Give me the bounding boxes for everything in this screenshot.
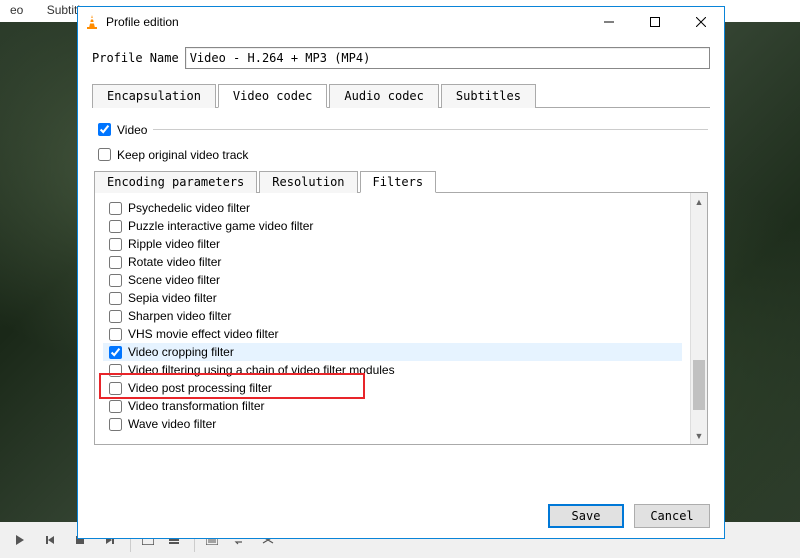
scroll-track[interactable] <box>691 210 707 427</box>
filter-checkbox[interactable] <box>109 418 122 431</box>
dialog-title: Profile edition <box>106 15 179 29</box>
minimize-button[interactable] <box>586 7 632 37</box>
maximize-button[interactable] <box>632 7 678 37</box>
profile-edition-dialog: Profile edition Profile Name Encapsulati… <box>77 6 725 539</box>
filter-label: Video post processing filter <box>128 381 272 395</box>
video-checkbox[interactable] <box>98 123 111 136</box>
filter-item[interactable]: Sepia video filter <box>103 289 682 307</box>
prev-button[interactable] <box>36 528 64 552</box>
filter-label: Sharpen video filter <box>128 309 231 323</box>
filter-checkbox[interactable] <box>109 382 122 395</box>
keep-original-checkbox[interactable] <box>98 148 111 161</box>
cancel-button[interactable]: Cancel <box>634 504 710 528</box>
filter-item[interactable]: VHS movie effect video filter <box>103 325 682 343</box>
profile-name-input[interactable] <box>185 47 710 69</box>
vlc-cone-icon <box>84 14 100 30</box>
scroll-up-icon[interactable]: ▲ <box>691 193 707 210</box>
filter-checkbox[interactable] <box>109 220 122 233</box>
filter-checkbox[interactable] <box>109 328 122 341</box>
filter-item[interactable]: Wave video filter <box>103 415 682 433</box>
filter-checkbox[interactable] <box>109 310 122 323</box>
filter-label: Video transformation filter <box>128 399 265 413</box>
filter-item[interactable]: Scene video filter <box>103 271 682 289</box>
play-button[interactable] <box>6 528 34 552</box>
filter-item[interactable]: Sharpen video filter <box>103 307 682 325</box>
filter-label: Psychedelic video filter <box>128 201 250 215</box>
titlebar[interactable]: Profile edition <box>78 7 724 37</box>
filter-item[interactable]: Psychedelic video filter <box>103 199 682 217</box>
filters-list[interactable]: Psychedelic video filter Puzzle interacti… <box>95 193 690 444</box>
filter-label: Wave video filter <box>128 417 216 431</box>
filter-checkbox[interactable] <box>109 364 122 377</box>
tab-video-codec[interactable]: Video codec <box>218 84 327 108</box>
filter-item[interactable]: Video filtering using a chain of video f… <box>103 361 682 379</box>
filter-item[interactable]: Puzzle interactive game video filter <box>103 217 682 235</box>
profile-name-label: Profile Name <box>92 51 179 65</box>
filter-checkbox[interactable] <box>109 238 122 251</box>
outer-tabs: Encapsulation Video codec Audio codec Su… <box>92 83 710 108</box>
filter-label: Video filtering using a chain of video f… <box>128 363 395 377</box>
filters-pane: Psychedelic video filter Puzzle interacti… <box>94 193 708 445</box>
filter-item[interactable]: Ripple video filter <box>103 235 682 253</box>
filter-checkbox[interactable] <box>109 274 122 287</box>
video-checkbox-label: Video <box>117 123 147 137</box>
tab-subtitles[interactable]: Subtitles <box>441 84 536 108</box>
tab-filters[interactable]: Filters <box>360 171 437 193</box>
filter-checkbox[interactable] <box>109 346 122 359</box>
filter-label: VHS movie effect video filter <box>128 327 279 341</box>
scrollbar[interactable]: ▲ ▼ <box>690 193 707 444</box>
divider <box>153 129 708 130</box>
tab-encoding-parameters[interactable]: Encoding parameters <box>94 171 257 193</box>
filter-label: Scene video filter <box>128 273 220 287</box>
scroll-thumb[interactable] <box>693 360 705 410</box>
tab-encapsulation[interactable]: Encapsulation <box>92 84 216 108</box>
save-button[interactable]: Save <box>548 504 624 528</box>
inner-tabs: Encoding parameters Resolution Filters <box>94 170 708 193</box>
filter-item[interactable]: Video transformation filter <box>103 397 682 415</box>
scroll-down-icon[interactable]: ▼ <box>691 427 707 444</box>
filter-label: Puzzle interactive game video filter <box>128 219 313 233</box>
filter-label: Sepia video filter <box>128 291 217 305</box>
filter-label: Rotate video filter <box>128 255 221 269</box>
close-button[interactable] <box>678 7 724 37</box>
filter-checkbox[interactable] <box>109 400 122 413</box>
tab-audio-codec[interactable]: Audio codec <box>329 84 438 108</box>
menu-item-partial[interactable]: eo <box>0 0 33 20</box>
filter-checkbox[interactable] <box>109 292 122 305</box>
filter-checkbox[interactable] <box>109 202 122 215</box>
filter-label: Video cropping filter <box>128 345 234 359</box>
filter-item[interactable]: Video post processing filter <box>103 379 682 397</box>
filter-label: Ripple video filter <box>128 237 220 251</box>
filter-item[interactable]: Video cropping filter <box>103 343 682 361</box>
keep-original-label: Keep original video track <box>117 148 248 162</box>
filter-item[interactable]: Rotate video filter <box>103 253 682 271</box>
filter-checkbox[interactable] <box>109 256 122 269</box>
tab-resolution[interactable]: Resolution <box>259 171 357 193</box>
